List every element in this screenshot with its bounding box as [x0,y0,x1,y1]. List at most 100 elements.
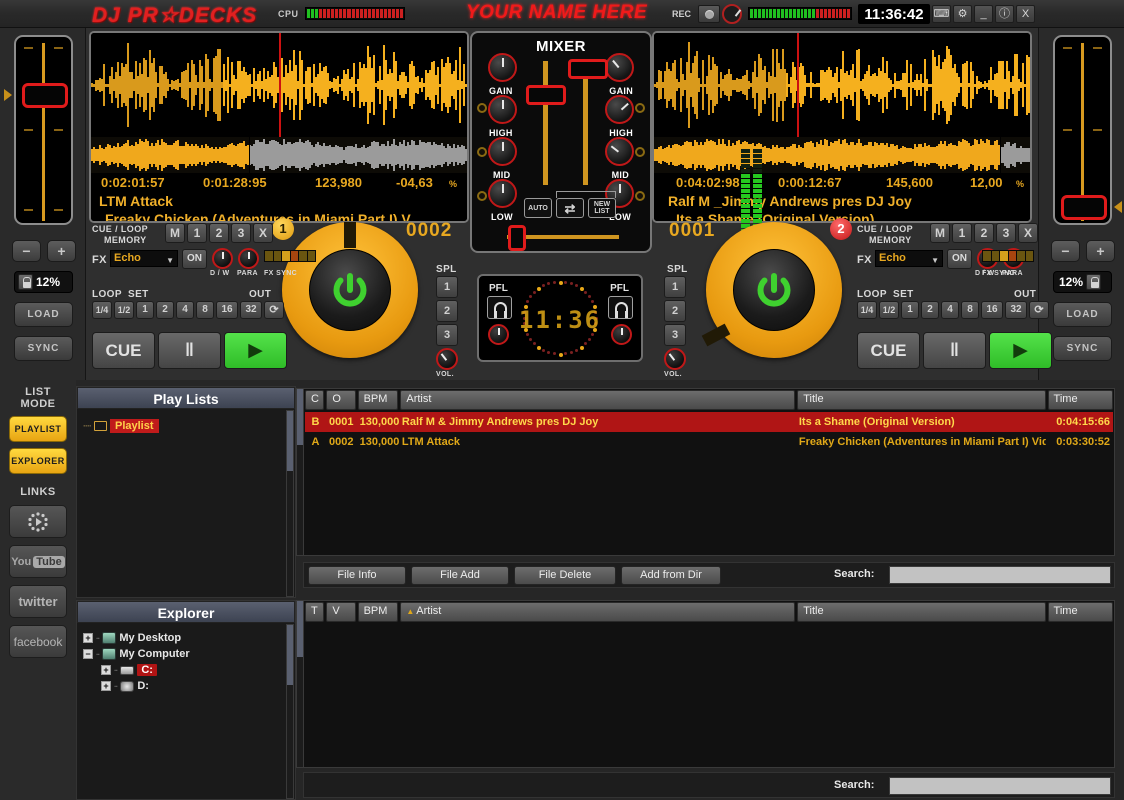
column-header-artist[interactable]: Artist [400,390,796,410]
left-fx-select[interactable]: Echo ▼ [110,250,178,267]
right-play-button[interactable]: ▶ [989,332,1052,369]
left-load-button[interactable]: LOAD [14,302,73,327]
right-pitch-plus-button[interactable]: + [1086,240,1115,262]
file-delete-button[interactable]: File Delete [514,566,616,585]
table-row[interactable]: A 0002 130,000 LTM Attack Freaky Chicken (Ad… [305,432,1113,452]
left-pitch-slider[interactable] [4,35,73,225]
crossfader-handle[interactable] [508,225,526,251]
left-loop-2-button[interactable]: 2 [156,301,174,319]
left-play-button[interactable]: ▶ [224,332,287,369]
left-loop-32-button[interactable]: 32 [240,301,262,319]
explorer-tree-item[interactable]: + ·· D: [101,678,289,694]
tree-expand-toggle[interactable]: + [101,681,111,691]
left-memory-3-button[interactable]: 3 [231,223,251,243]
right-mid-knob[interactable] [605,137,634,166]
left-memory-1-button[interactable]: 1 [187,223,207,243]
right-fx-select[interactable]: Echo ▼ [875,250,943,267]
column-header-t[interactable]: T [305,602,325,622]
tree-expand-toggle[interactable]: + [83,633,93,643]
right-pitch-slider[interactable] [1053,35,1122,225]
left-pitch-plus-button[interactable]: + [47,240,76,262]
left-pause-button[interactable]: ‖ [158,332,221,369]
left-loop-8-button[interactable]: 8 [196,301,214,319]
link-prodecks-icon[interactable] [9,505,67,538]
column-header-o[interactable]: O [326,390,356,410]
left-gain-knob[interactable] [488,53,517,82]
left-loop-16-button[interactable]: 16 [216,301,238,319]
column-header-bpm[interactable]: BPM [357,602,399,622]
info-icon[interactable]: ⓘ [995,5,1014,23]
right-loop-half-button[interactable]: 1/2 [879,301,899,319]
column-header-c[interactable]: C [305,390,325,410]
keyboard-icon[interactable]: ⌨ [932,5,951,23]
left-loop-reloop-icon-button[interactable]: ⟳ [264,301,284,319]
link-facebook[interactable]: facebook [9,625,67,658]
right-loop-reloop-icon-button[interactable]: ⟳ [1029,301,1049,319]
right-loop-2-button[interactable]: 2 [921,301,939,319]
right-loop-32-button[interactable]: 32 [1005,301,1027,319]
explorer-tree-item[interactable]: + ·· My Desktop [83,630,289,646]
lock-icon[interactable] [1086,274,1102,290]
left-cue-button[interactable]: CUE [92,332,155,369]
right-pause-button[interactable]: ‖ [923,332,986,369]
left-pitch-minus-button[interactable]: − [12,240,41,262]
left-memory-m-button[interactable]: M [165,223,185,243]
left-loop-1-button[interactable]: 1 [136,301,154,319]
left-jog-wheel[interactable] [282,222,418,358]
left-memory-2-button[interactable]: 2 [209,223,229,243]
left-channel-fader-track[interactable] [543,61,548,185]
left-channel-fader-handle[interactable] [526,85,566,105]
file-search-input[interactable] [889,566,1111,584]
right-spl-1-button[interactable]: 1 [664,276,686,298]
left-volume-knob[interactable] [436,348,458,370]
minimize-icon[interactable]: _ [974,5,993,23]
left-loop-half-button[interactable]: 1/2 [114,301,134,319]
left-high-knob[interactable] [488,95,517,124]
playlist-table-body[interactable]: B 0001 130,000 Ralf M & Jimmy Andrews pres … [305,412,1113,452]
bottom-search-input[interactable] [889,777,1111,795]
left-waveform-overview[interactable] [91,137,467,173]
sidebar-item-explorer[interactable]: EXPLORER [9,448,67,474]
left-dry-wet-knob[interactable] [212,248,233,269]
tree-expand-toggle[interactable]: + [101,665,111,675]
right-volume-knob[interactable] [664,348,686,370]
right-memory-3-button[interactable]: 3 [996,223,1016,243]
right-gain-knob[interactable] [605,53,634,82]
right-memory-m-button[interactable]: M [930,223,950,243]
gear-icon[interactable]: ⚙ [953,5,972,23]
explorer-scrollbar[interactable] [286,624,294,799]
left-loop-quarter-button[interactable]: 1/4 [92,301,112,319]
left-spl-1-button[interactable]: 1 [436,276,458,298]
right-memory-1-button[interactable]: 1 [952,223,972,243]
lock-icon[interactable] [18,274,33,290]
right-jog-wheel[interactable] [701,222,842,358]
right-fx-on-button[interactable]: ON [947,249,972,269]
left-pitch-range-display[interactable]: 12% [14,271,73,293]
right-channel-fader-handle[interactable] [568,59,608,79]
add-from-dir-button[interactable]: Add from Dir [621,566,721,585]
column-header-v[interactable]: V [326,602,356,622]
playlists-scrollbar[interactable] [286,410,294,597]
explorer-tree-item[interactable]: + ·· C: [101,662,289,678]
auto-button[interactable]: AUTO [524,198,552,218]
close-icon[interactable]: X [1016,5,1035,23]
playlists-tree[interactable]: ···· Playlist [77,409,295,443]
file-info-button[interactable]: File Info [308,566,406,585]
column-header-title[interactable]: Title [797,602,1046,622]
right-pitch-range-display[interactable]: 12% [1053,271,1112,293]
right-jog-center[interactable] [733,249,815,331]
right-pfl-button[interactable] [608,296,633,319]
tree-expand-toggle[interactable]: − [83,649,93,659]
left-jog-center[interactable] [309,249,391,331]
explorer-tree[interactable]: + ·· My Desktop − ·· My Computer + ·· C: + ·· D: [77,623,295,701]
right-cue-button[interactable]: CUE [857,332,920,369]
right-waveform-panel[interactable]: 0:04:02:98 0:00:12:67 145,600 12,00 % Ra… [652,31,1032,223]
left-fx-on-button[interactable]: ON [182,249,207,269]
playlist-tree-item[interactable]: ···· Playlist [83,417,289,435]
link-youtube[interactable]: You Tube [9,545,67,578]
right-memory-x-button[interactable]: X [1018,223,1038,243]
right-loop-8-button[interactable]: 8 [961,301,979,319]
new-list-button[interactable]: NEW LIST [588,198,616,218]
right-high-knob[interactable] [605,95,634,124]
shuffle-icon-button[interactable]: ⇄ [556,198,584,218]
